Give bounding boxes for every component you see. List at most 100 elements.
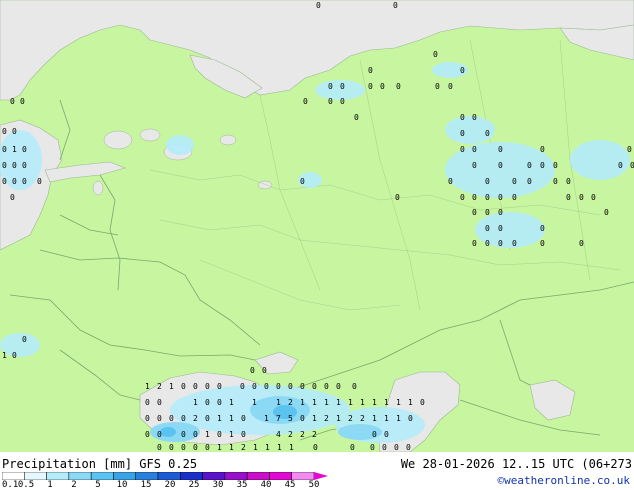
svg-text:0: 0 bbox=[485, 177, 490, 186]
svg-text:0: 0 bbox=[512, 177, 517, 186]
svg-text:0: 0 bbox=[618, 161, 623, 170]
svg-text:0: 0 bbox=[205, 382, 210, 391]
svg-text:1: 1 bbox=[324, 398, 329, 407]
svg-text:0: 0 bbox=[408, 414, 413, 423]
svg-text:1: 1 bbox=[145, 382, 150, 391]
map-footer: Precipitation [mm] GFS 0.25 We 28-01-202… bbox=[0, 452, 634, 490]
svg-text:0: 0 bbox=[527, 161, 532, 170]
svg-text:0: 0 bbox=[460, 193, 465, 202]
svg-text:1: 1 bbox=[169, 382, 174, 391]
svg-text:0: 0 bbox=[316, 1, 321, 10]
svg-text:1: 1 bbox=[229, 430, 234, 439]
svg-text:0: 0 bbox=[12, 161, 17, 170]
svg-text:2: 2 bbox=[360, 414, 365, 423]
svg-text:0: 0 bbox=[300, 382, 305, 391]
svg-text:1: 1 bbox=[300, 398, 305, 407]
svg-text:1: 1 bbox=[193, 398, 198, 407]
scale-tick-label: 15 bbox=[140, 480, 152, 490]
svg-text:0: 0 bbox=[340, 97, 345, 106]
svg-text:0: 0 bbox=[512, 239, 517, 248]
svg-text:0: 0 bbox=[382, 443, 387, 452]
svg-text:0: 0 bbox=[527, 177, 532, 186]
scale-tick-label: 25 bbox=[188, 480, 200, 490]
svg-text:0: 0 bbox=[157, 430, 162, 439]
svg-text:0: 0 bbox=[370, 443, 375, 452]
scale-tick-label: 50 bbox=[308, 480, 320, 490]
scale-tick-label: 35 bbox=[236, 480, 248, 490]
svg-text:0: 0 bbox=[300, 414, 305, 423]
svg-text:0: 0 bbox=[350, 443, 355, 452]
svg-text:2: 2 bbox=[312, 430, 317, 439]
svg-text:0: 0 bbox=[276, 382, 281, 391]
svg-text:0: 0 bbox=[448, 177, 453, 186]
svg-text:0: 0 bbox=[498, 239, 503, 248]
svg-text:0: 0 bbox=[157, 414, 162, 423]
svg-text:0: 0 bbox=[340, 82, 345, 91]
lake-small-1 bbox=[219, 134, 237, 146]
svg-text:2: 2 bbox=[157, 382, 162, 391]
scale-swatch bbox=[46, 472, 70, 480]
svg-text:0: 0 bbox=[22, 161, 27, 170]
svg-text:0: 0 bbox=[485, 208, 490, 217]
svg-text:0: 0 bbox=[193, 430, 198, 439]
svg-text:0: 0 bbox=[460, 66, 465, 75]
svg-text:0: 0 bbox=[485, 193, 490, 202]
svg-text:0: 0 bbox=[157, 398, 162, 407]
svg-text:2: 2 bbox=[300, 430, 305, 439]
svg-text:1: 1 bbox=[348, 398, 353, 407]
svg-text:2: 2 bbox=[193, 414, 198, 423]
svg-text:0: 0 bbox=[485, 129, 490, 138]
svg-text:0: 0 bbox=[460, 113, 465, 122]
svg-text:0: 0 bbox=[22, 177, 27, 186]
svg-text:1: 1 bbox=[372, 414, 377, 423]
svg-text:1: 1 bbox=[336, 414, 341, 423]
svg-text:0: 0 bbox=[145, 398, 150, 407]
svg-text:0: 0 bbox=[553, 161, 558, 170]
svg-text:1: 1 bbox=[252, 398, 257, 407]
scale-swatch bbox=[68, 472, 92, 480]
svg-text:0: 0 bbox=[579, 193, 584, 202]
svg-text:0: 0 bbox=[240, 382, 245, 391]
copyright-link[interactable]: ©weatheronline.co.uk bbox=[498, 474, 630, 487]
svg-text:0: 0 bbox=[435, 82, 440, 91]
svg-text:0: 0 bbox=[2, 161, 7, 170]
svg-text:0: 0 bbox=[12, 351, 17, 360]
svg-text:0: 0 bbox=[540, 161, 545, 170]
svg-text:0: 0 bbox=[448, 82, 453, 91]
svg-text:0: 0 bbox=[368, 82, 373, 91]
precipitation-map: 00 00 010 000 0000 0 010 000 000 0000 00… bbox=[0, 0, 634, 452]
svg-text:0: 0 bbox=[300, 177, 305, 186]
svg-text:0: 0 bbox=[485, 239, 490, 248]
svg-text:0: 0 bbox=[372, 430, 377, 439]
svg-text:0: 0 bbox=[368, 66, 373, 75]
svg-text:0: 0 bbox=[352, 382, 357, 391]
svg-text:1: 1 bbox=[372, 398, 377, 407]
svg-text:0: 0 bbox=[566, 193, 571, 202]
scale-tick-label: 45 bbox=[284, 480, 296, 490]
svg-text:0: 0 bbox=[288, 382, 293, 391]
scale-tick-label: 0.5 bbox=[17, 480, 35, 490]
svg-text:0: 0 bbox=[313, 443, 318, 452]
svg-text:0: 0 bbox=[181, 414, 186, 423]
svg-text:1: 1 bbox=[384, 414, 389, 423]
svg-text:0: 0 bbox=[472, 239, 477, 248]
map-canvas: 00 00 010 000 0000 0 01 0 000 000 0000 00… bbox=[0, 0, 634, 452]
svg-text:0: 0 bbox=[394, 443, 399, 452]
svg-text:4: 4 bbox=[276, 430, 281, 439]
lake-small-2 bbox=[257, 180, 273, 190]
scale-tick-label: 0.1 bbox=[2, 480, 19, 490]
svg-text:0: 0 bbox=[354, 113, 359, 122]
svg-text:1: 1 bbox=[264, 414, 269, 423]
svg-text:0: 0 bbox=[262, 366, 267, 375]
svg-text:0: 0 bbox=[336, 382, 341, 391]
svg-text:0: 0 bbox=[252, 382, 257, 391]
svg-text:1: 1 bbox=[276, 398, 281, 407]
svg-text:0: 0 bbox=[498, 161, 503, 170]
svg-text:1: 1 bbox=[408, 398, 413, 407]
svg-text:1: 1 bbox=[229, 443, 234, 452]
scale-tick-label: 40 bbox=[260, 480, 272, 490]
svg-text:0: 0 bbox=[433, 50, 438, 59]
svg-text:5: 5 bbox=[288, 414, 293, 423]
lake-onega bbox=[139, 128, 161, 142]
svg-text:0: 0 bbox=[169, 443, 174, 452]
